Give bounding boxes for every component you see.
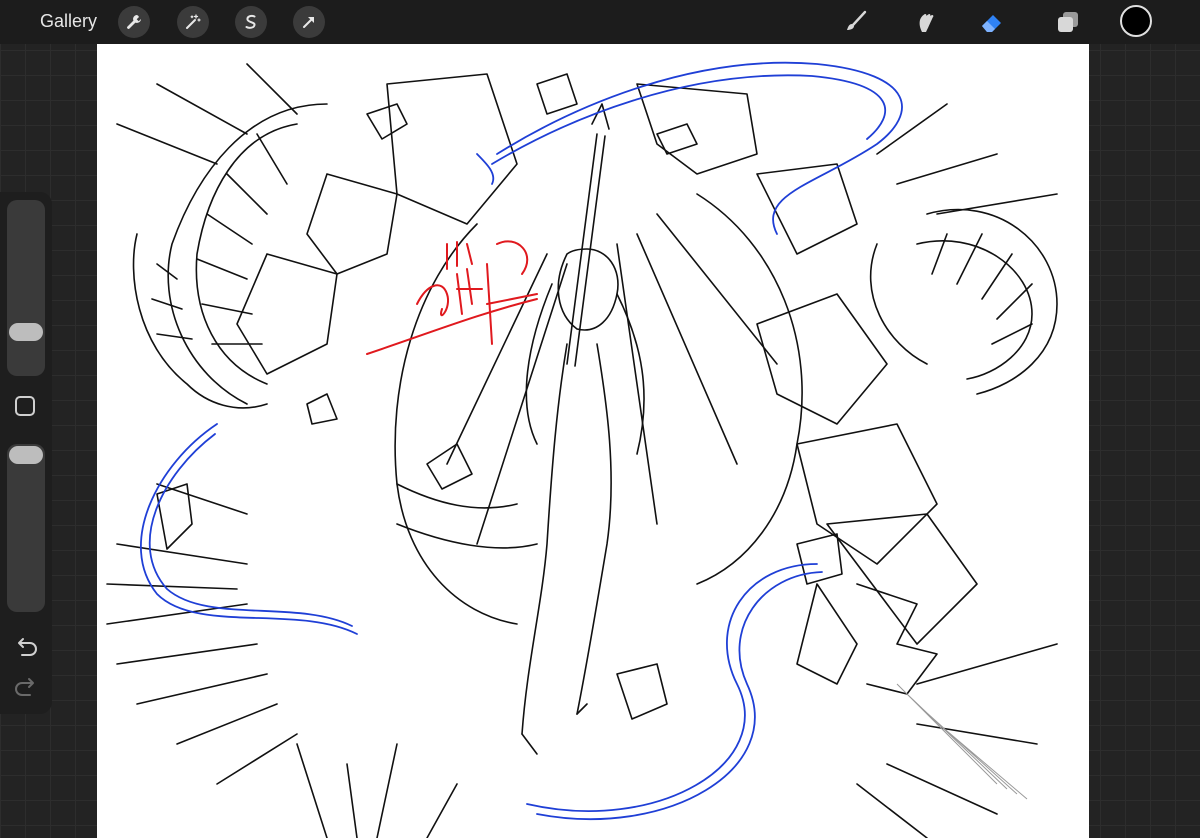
opacity-slider[interactable] xyxy=(7,444,45,612)
blue-serpent-lines xyxy=(140,61,903,821)
color-swatch[interactable] xyxy=(1120,5,1152,37)
opacity-knob[interactable] xyxy=(9,446,43,464)
drawing-canvas[interactable] xyxy=(97,44,1089,838)
smudge-icon[interactable] xyxy=(906,4,942,40)
adjustments-magic-wand-icon[interactable] xyxy=(177,6,209,38)
left-sidebar xyxy=(0,192,52,714)
redo-icon[interactable] xyxy=(12,676,40,700)
sketch-artwork xyxy=(106,61,1058,838)
brush-size-knob[interactable] xyxy=(9,323,43,341)
actions-wrench-icon[interactable] xyxy=(118,6,150,38)
transform-arrow-icon[interactable] xyxy=(293,6,325,38)
gallery-button[interactable]: Gallery xyxy=(40,11,97,32)
modify-square-icon[interactable] xyxy=(15,396,35,416)
top-toolbar: Gallery xyxy=(0,0,1200,44)
brush-size-slider[interactable] xyxy=(7,200,45,376)
selection-icon[interactable] xyxy=(235,6,267,38)
red-signature-lines xyxy=(366,240,538,355)
shading-strokes xyxy=(896,683,1028,800)
undo-icon[interactable] xyxy=(12,636,40,660)
layers-icon[interactable] xyxy=(1050,4,1086,40)
eraser-icon[interactable] xyxy=(974,4,1010,40)
black-sketch-lines xyxy=(106,63,1058,838)
brush-icon[interactable] xyxy=(838,4,874,40)
